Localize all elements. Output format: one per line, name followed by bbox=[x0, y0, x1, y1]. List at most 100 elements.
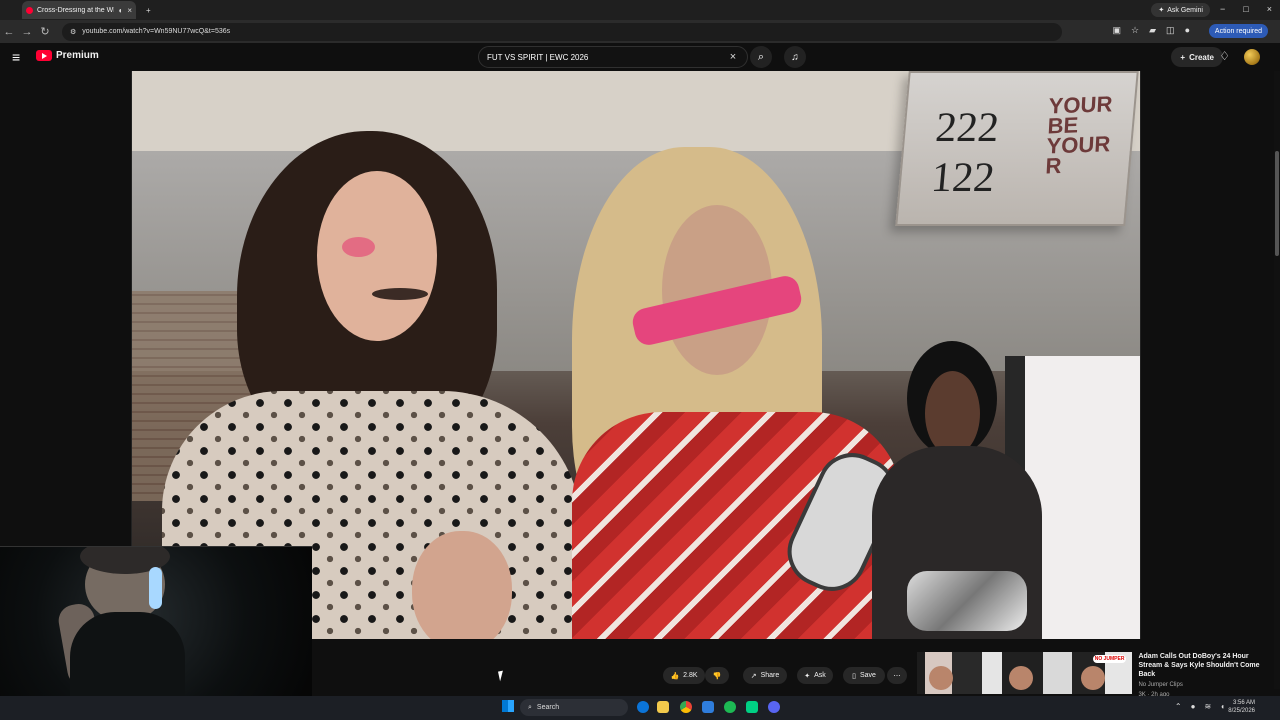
scrollbar-thumb[interactable] bbox=[1275, 151, 1279, 256]
recommended-channel[interactable]: No Jumper Clips bbox=[1138, 681, 1264, 689]
windows-taskbar: ⌕ Search ⌃ ● ≋ ◖ 3:56 AM 8/25/2026 bbox=[0, 696, 1280, 720]
plus-icon: + bbox=[1180, 52, 1186, 62]
steam-icon[interactable] bbox=[702, 701, 714, 713]
dislike-button[interactable]: 👎 bbox=[705, 667, 729, 684]
pink-cheek-makeup bbox=[342, 237, 375, 257]
clock-date: 8/25/2026 bbox=[1228, 708, 1255, 714]
like-count: 2.8K bbox=[683, 672, 698, 679]
action-required-button[interactable]: Action required bbox=[1208, 24, 1268, 38]
browser-address-bar: ← → ↻ ⚙ youtube.com/watch?v=Wn59NU77wcQ&… bbox=[0, 20, 1280, 43]
streamer-webcam-overlay bbox=[0, 546, 312, 700]
minimize-icon[interactable]: − bbox=[1220, 4, 1225, 14]
ask-label: Ask bbox=[814, 672, 826, 679]
search-button[interactable]: ⌕ bbox=[750, 46, 772, 68]
reload-icon[interactable]: ↻ bbox=[36, 25, 54, 38]
face bbox=[925, 371, 980, 456]
save-button[interactable]: ▯ Save bbox=[843, 667, 885, 684]
create-button[interactable]: + Create bbox=[1171, 47, 1223, 67]
tab-close-icon[interactable]: × bbox=[127, 6, 132, 15]
taskbar-search-icon: ⌕ bbox=[528, 703, 532, 711]
hand-holding-phone bbox=[412, 531, 512, 639]
save-label: Save bbox=[859, 672, 876, 679]
more-actions-button[interactable]: ⋯ bbox=[887, 667, 907, 684]
site-info-icon[interactable]: ⚙ bbox=[70, 28, 76, 36]
window-close-icon[interactable]: × bbox=[1267, 4, 1272, 14]
create-label: Create bbox=[1189, 52, 1214, 62]
youtube-search-box[interactable]: FUT VS SPIRIT | EWC 2026 × bbox=[478, 46, 748, 68]
url-text: youtube.com/watch?v=Wn59NU77wcQ&t=536s bbox=[82, 28, 231, 35]
app-icon[interactable] bbox=[746, 701, 758, 713]
search-input[interactable]: FUT VS SPIRIT | EWC 2026 bbox=[487, 53, 727, 62]
sign-slogan: YOUR BE YOUR R bbox=[1044, 91, 1114, 179]
thumbs-up-icon: 👍 bbox=[670, 672, 680, 680]
window-controls: − □ × bbox=[1220, 4, 1272, 14]
thumbnail-face-2 bbox=[1009, 666, 1033, 690]
active-youtube-tab[interactable]: Cross-Dressing at the WN ◐ × bbox=[22, 1, 136, 19]
back-icon[interactable]: ← bbox=[0, 26, 18, 38]
edge-icon[interactable] bbox=[637, 701, 649, 713]
share-label: Share bbox=[760, 672, 780, 679]
hamburger-menu-icon[interactable]: ≡ bbox=[12, 49, 20, 65]
discord-icon[interactable] bbox=[768, 701, 780, 713]
puzzle-icon[interactable]: ◫ bbox=[1166, 25, 1175, 36]
speaker-icon: ◐ bbox=[118, 5, 124, 15]
youtube-favicon-icon bbox=[26, 6, 33, 14]
youtube-play-logo-icon bbox=[36, 50, 52, 61]
windows-start-icon[interactable] bbox=[502, 700, 514, 712]
like-button[interactable]: 👍 2.8K bbox=[663, 667, 705, 684]
share-button[interactable]: ↗ Share bbox=[743, 667, 787, 684]
cast-icon[interactable]: ▣ bbox=[1113, 25, 1122, 36]
chrome-icon[interactable] bbox=[680, 701, 692, 713]
url-omnibox[interactable]: ⚙ youtube.com/watch?v=Wn59NU77wcQ&t=536s bbox=[62, 22, 1062, 41]
taskbar-search[interactable]: ⌕ Search bbox=[520, 699, 628, 716]
tray-arrow-icon[interactable]: ⌃ bbox=[1175, 702, 1182, 711]
recommended-thumbnail[interactable]: NO JUMPER bbox=[917, 652, 1133, 694]
recommended-video-title[interactable]: Adam Calls Out DoBoy's 24 Hour Stream & … bbox=[1138, 652, 1264, 679]
maximize-icon[interactable]: □ bbox=[1243, 4, 1248, 14]
sparkle-icon: ✦ bbox=[804, 672, 811, 680]
more-icon: ⋯ bbox=[893, 672, 901, 680]
browser-tab-strip: Cross-Dressing at the WN ◐ × + ✦ Ask Gemi… bbox=[0, 0, 1280, 20]
ask-gemini-label: Ask Gemini bbox=[1167, 6, 1203, 14]
tab-title: Cross-Dressing at the WN bbox=[37, 6, 115, 14]
face bbox=[317, 171, 437, 341]
section-number-222: 222 bbox=[933, 105, 1001, 151]
search-icon: ⌕ bbox=[757, 50, 765, 63]
youtube-header: ≡ Premium FUT VS SPIRIT | EWC 2026 × ⌕ ♫… bbox=[0, 43, 1280, 71]
thumbnail-face-3 bbox=[1081, 666, 1105, 690]
system-tray-icons: ⌃ ● ≋ ◖ bbox=[1175, 702, 1225, 711]
new-tab-button[interactable]: + bbox=[146, 6, 151, 15]
profile-icon[interactable]: ● bbox=[1185, 25, 1190, 36]
forward-icon[interactable]: → bbox=[18, 26, 36, 38]
extension-icon[interactable]: ▰ bbox=[1149, 25, 1156, 36]
bookmark-icon: ▯ bbox=[852, 672, 856, 680]
clock[interactable]: 3:56 AM 8/25/2026 bbox=[1228, 699, 1255, 715]
background-person bbox=[872, 341, 1042, 639]
page-scrollbar[interactable] bbox=[1274, 71, 1280, 689]
folder-icon[interactable] bbox=[657, 701, 669, 713]
account-avatar[interactable] bbox=[1244, 49, 1260, 65]
ask-gemini-button[interactable]: ✦ Ask Gemini bbox=[1151, 3, 1210, 17]
clear-search-icon[interactable]: × bbox=[727, 51, 739, 63]
recommended-video[interactable]: NO JUMPER Adam Calls Out DoBoy's 24 Hour… bbox=[917, 652, 1264, 698]
browser-toolbar-icons: ▣ ☆ ▰ ◫ ● bbox=[1113, 25, 1190, 36]
silver-bag bbox=[907, 571, 1027, 631]
youtube-premium-logo[interactable]: Premium bbox=[36, 50, 99, 61]
ask-button[interactable]: ✦ Ask bbox=[797, 667, 833, 684]
thumbnail-face-1 bbox=[929, 666, 953, 690]
wifi-icon[interactable]: ≋ bbox=[1204, 702, 1211, 711]
gemini-icon: ✦ bbox=[1158, 7, 1165, 14]
notifications-bell-icon[interactable]: ♢ bbox=[1219, 49, 1230, 63]
premium-logo-text: Premium bbox=[56, 50, 99, 61]
share-icon: ↗ bbox=[750, 672, 757, 680]
recommended-video-meta[interactable]: Adam Calls Out DoBoy's 24 Hour Stream & … bbox=[1138, 652, 1264, 698]
streamer-body bbox=[70, 612, 185, 700]
voice-search-button[interactable]: ♫ bbox=[784, 46, 806, 68]
bookmark-star-icon[interactable]: ☆ bbox=[1131, 25, 1139, 36]
headphones-icon bbox=[149, 567, 162, 609]
microphone-icon: ♫ bbox=[791, 51, 799, 63]
thumbs-down-icon: 👎 bbox=[712, 672, 722, 680]
spotify-icon[interactable] bbox=[724, 701, 736, 713]
tray-mic-icon[interactable]: ● bbox=[1191, 702, 1196, 711]
volume-icon[interactable]: ◖ bbox=[1220, 702, 1225, 711]
